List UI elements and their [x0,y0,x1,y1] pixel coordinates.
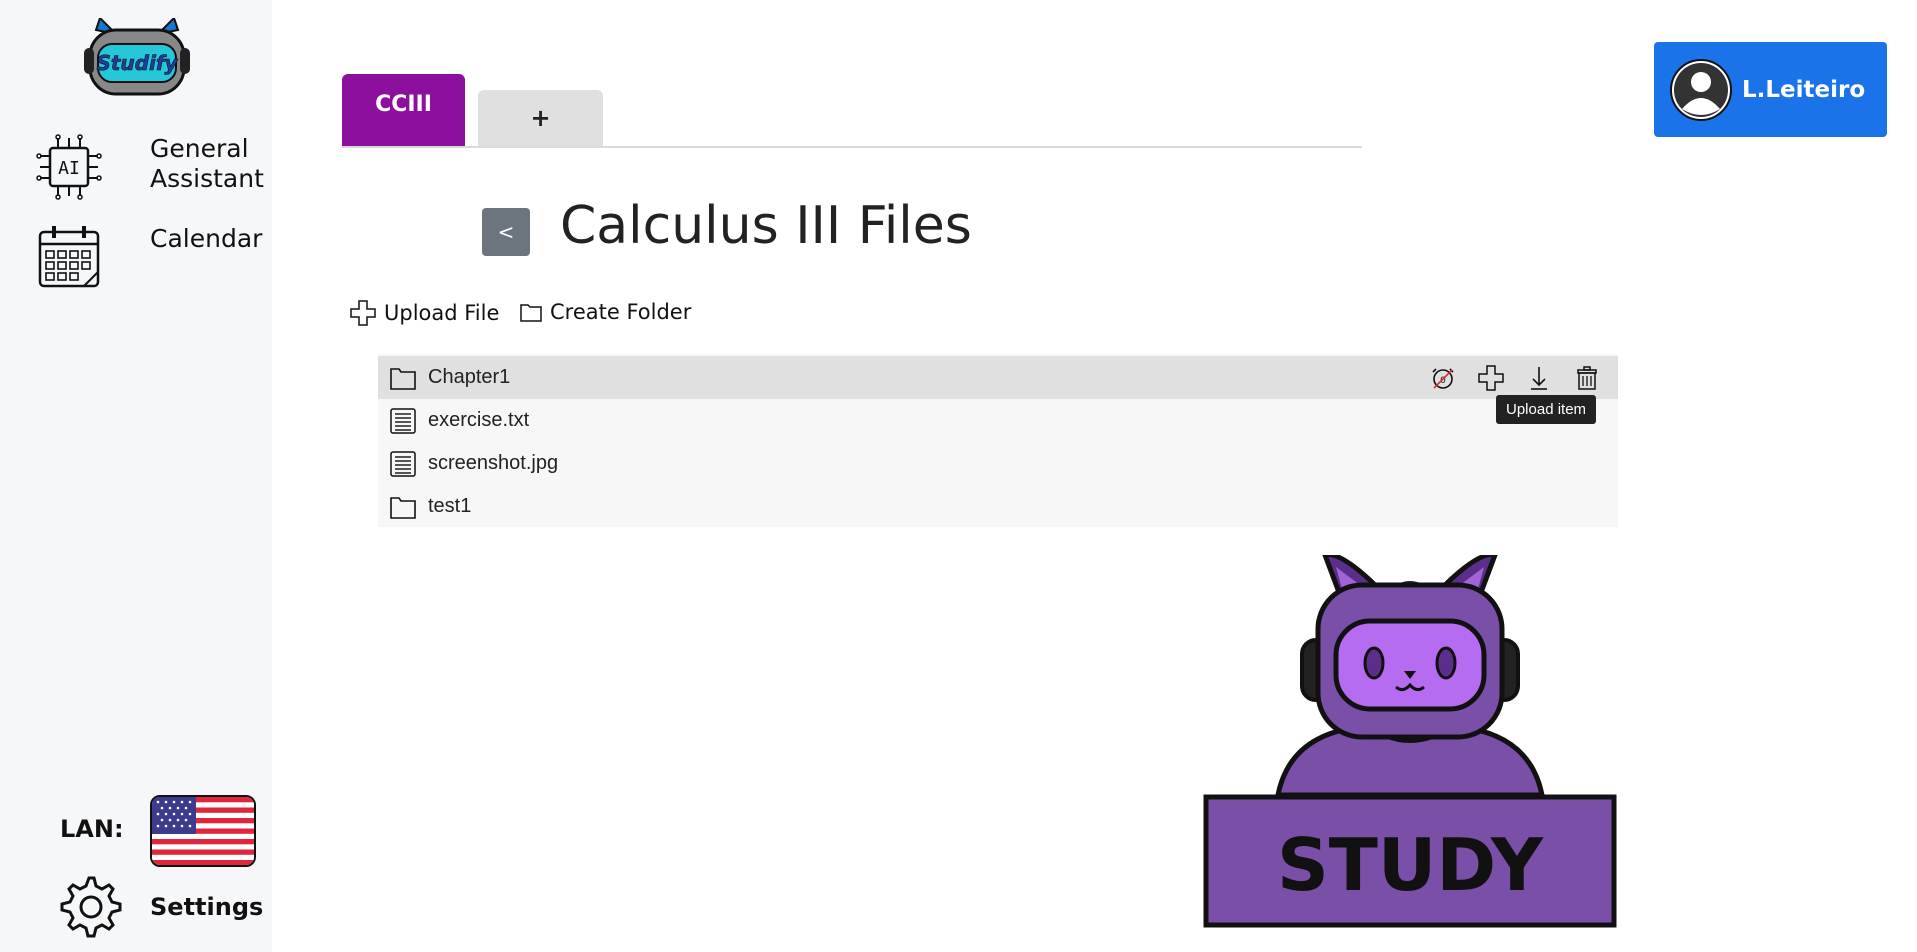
download-icon[interactable] [1524,363,1554,393]
account-button[interactable]: L.Leiteiro [1654,42,1887,137]
tab-cciii[interactable]: CCIII [342,74,465,146]
file-icon [390,407,416,434]
upload-item-button[interactable] [1476,363,1506,393]
subject-tabs: CCIII + [342,74,1362,148]
folder-icon [390,367,416,390]
us-flag-icon[interactable] [150,795,256,867]
sidebar-item-label: General Assistant [150,134,264,193]
timer-off-icon[interactable]: 0 [1428,363,1458,393]
studify-logo[interactable]: Studify [82,18,192,98]
user-avatar-icon [1670,58,1732,121]
page-title: Calculus III Files [560,196,972,256]
add-tab-button[interactable]: + [478,90,603,146]
list-item[interactable]: screenshot.jpg [378,442,1618,485]
sidebar-item-label: Calendar [150,224,263,253]
settings-label: Settings [150,893,264,921]
create-folder-button[interactable]: Create Folder [520,300,691,324]
calendar-icon [38,226,100,288]
list-item[interactable]: test1 [378,485,1618,528]
file-icon [390,450,416,477]
account-name: L.Leiteiro [1742,76,1866,103]
svg-text:AI: AI [58,158,80,179]
file-list: Chapter1 0 exercise.txt screenshot.jpg t… [378,354,1618,527]
gear-icon [60,876,122,938]
sidebar: Studify AI General Assistant Calendar LA… [0,0,272,952]
file-name: exercise.txt [428,409,530,431]
list-item[interactable]: Chapter1 0 [378,356,1618,399]
svg-text:STUDY: STUDY [1277,823,1544,907]
ai-chip-icon: AI [36,134,102,200]
upload-item-tooltip: Upload item [1496,395,1597,424]
folder-icon [520,304,542,322]
sidebar-item-calendar[interactable]: Calendar [36,224,262,290]
file-name: Chapter1 [428,366,511,388]
trash-icon[interactable] [1572,363,1602,393]
sidebar-item-general-assistant[interactable]: AI General Assistant [36,134,264,200]
settings-button[interactable]: Settings [56,874,263,940]
list-item[interactable]: exercise.txt [378,399,1618,442]
upload-file-label: Upload File [384,301,500,325]
row-actions: 0 [1410,356,1602,399]
study-mascot-illustration: STUDY [1203,555,1617,928]
plus-icon [1478,364,1504,391]
file-name: test1 [428,495,472,517]
upload-file-button[interactable]: Upload File [350,300,499,326]
language-label: LAN: [60,815,124,843]
plus-icon [350,300,376,326]
svg-text:Studify: Studify [96,51,178,75]
create-folder-label: Create Folder [550,300,692,324]
folder-icon [390,496,416,519]
file-name: screenshot.jpg [428,452,559,474]
back-button[interactable]: < [482,208,530,256]
